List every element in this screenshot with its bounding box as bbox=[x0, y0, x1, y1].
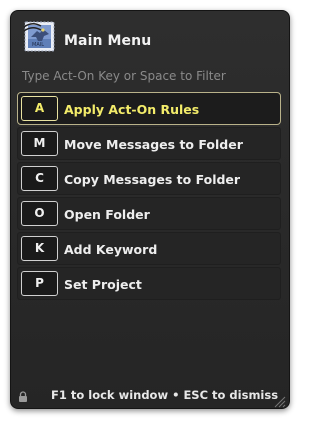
lock-icon[interactable] bbox=[18, 388, 28, 402]
shortcut-key-badge: M bbox=[21, 131, 58, 156]
menu-item-open-folder[interactable]: O Open Folder bbox=[17, 197, 281, 230]
menu-item-apply-act-on-rules[interactable]: A Apply Act-On Rules bbox=[17, 92, 281, 125]
shortcut-key-badge: P bbox=[21, 271, 58, 296]
window-header: MAIL Main Menu bbox=[11, 11, 289, 73]
menu-item-label: Add Keyword bbox=[64, 242, 158, 257]
window-footer: F1 to lock window • ESC to dismiss bbox=[11, 380, 289, 408]
menu-item-copy-messages[interactable]: C Copy Messages to Folder bbox=[17, 162, 281, 195]
shortcut-key-badge: O bbox=[21, 201, 58, 226]
shortcut-key-badge: K bbox=[21, 236, 58, 261]
shortcut-key-badge: C bbox=[21, 166, 58, 191]
resize-grip-icon[interactable] bbox=[274, 393, 286, 408]
menu-item-label: Apply Act-On Rules bbox=[64, 102, 200, 117]
footer-hint: F1 to lock window • ESC to dismiss bbox=[51, 388, 279, 402]
menu-item-set-project[interactable]: P Set Project bbox=[17, 267, 281, 300]
act-on-menu-window: MAIL Main Menu Type Act-On Key or Space … bbox=[10, 10, 290, 409]
action-menu: A Apply Act-On Rules M Move Messages to … bbox=[17, 92, 281, 302]
menu-item-add-keyword[interactable]: K Add Keyword bbox=[17, 232, 281, 265]
shortcut-key-badge: A bbox=[21, 96, 58, 121]
menu-item-label: Copy Messages to Folder bbox=[64, 172, 241, 187]
menu-item-label: Open Folder bbox=[64, 207, 150, 222]
menu-item-label: Set Project bbox=[64, 277, 142, 292]
svg-text:MAIL: MAIL bbox=[32, 42, 44, 48]
filter-hint: Type Act-On Key or Space to Filter bbox=[22, 69, 226, 83]
menu-item-label: Move Messages to Folder bbox=[64, 137, 243, 152]
mail-stamp-icon: MAIL bbox=[23, 19, 57, 53]
menu-item-move-messages[interactable]: M Move Messages to Folder bbox=[17, 127, 281, 160]
window-title: Main Menu bbox=[64, 33, 152, 49]
